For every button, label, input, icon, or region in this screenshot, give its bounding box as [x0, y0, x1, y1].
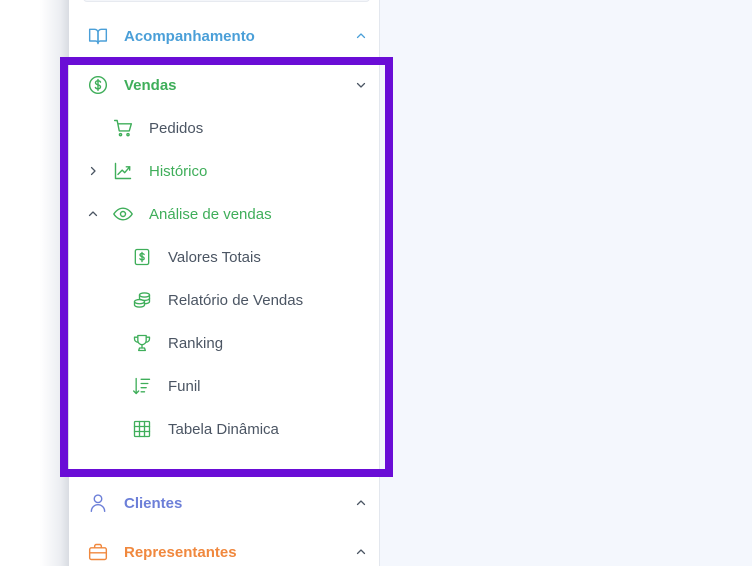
sidebar-shadow: [0, 0, 69, 566]
table-grid-icon: [131, 418, 153, 440]
sidebar-section-label: Vendas: [124, 76, 177, 94]
sidebar-item-pedidos[interactable]: Pedidos: [69, 108, 380, 148]
main-content-area: [380, 0, 752, 566]
shopping-cart-icon: [112, 117, 134, 139]
sidebar-item-label: Pedidos: [149, 119, 204, 137]
sidebar-item-ranking[interactable]: Ranking: [69, 323, 380, 363]
sidebar-item-label: Análise de vendas: [149, 205, 272, 223]
eye-icon: [112, 203, 134, 225]
trending-up-icon: [112, 160, 134, 182]
chevron-up-icon[interactable]: [86, 207, 100, 221]
chevron-right-icon[interactable]: [86, 164, 100, 178]
sidebar-item-valores-totais[interactable]: Valores Totais: [69, 237, 380, 277]
chevron-up-icon[interactable]: [354, 29, 368, 43]
sidebar-section-label: Acompanhamento: [124, 27, 255, 45]
sidebar-item-tabela-dinamica[interactable]: Tabela Dinâmica: [69, 409, 380, 449]
user-icon: [87, 492, 109, 514]
sidebar-item-label: Relatório de Vendas: [168, 291, 304, 309]
sidebar-item-label: Funil: [168, 377, 201, 395]
coins-stack-icon: [131, 289, 153, 311]
dollar-square-icon: [131, 246, 153, 268]
sidebar-section-label: Clientes: [124, 494, 183, 512]
chevron-up-icon[interactable]: [354, 545, 368, 559]
sidebar-section-acompanhamento[interactable]: Acompanhamento: [69, 16, 380, 56]
sidebar-item-label: Ranking: [168, 334, 224, 352]
sidebar-top-item[interactable]: [83, 0, 370, 2]
sidebar-item-funil[interactable]: Funil: [69, 366, 380, 406]
sidebar-section-representantes[interactable]: Representantes: [69, 532, 380, 566]
sidebar: Acompanhamento Vendas Pedidos Histórico …: [69, 0, 380, 566]
sort-descending-icon: [131, 375, 153, 397]
dollar-circle-icon: [87, 74, 109, 96]
sidebar-section-label: Representantes: [124, 543, 237, 561]
sidebar-item-historico[interactable]: Histórico: [69, 151, 380, 191]
sidebar-section-vendas[interactable]: Vendas: [69, 65, 380, 105]
chevron-up-icon[interactable]: [354, 496, 368, 510]
sidebar-section-clientes[interactable]: Clientes: [69, 483, 380, 523]
sidebar-item-label: Tabela Dinâmica: [168, 420, 279, 438]
sidebar-item-label: Histórico: [149, 162, 208, 180]
sidebar-item-analise-de-vendas[interactable]: Análise de vendas: [69, 194, 380, 234]
chevron-down-icon[interactable]: [354, 78, 368, 92]
book-open-icon: [87, 25, 109, 47]
briefcase-icon: [87, 541, 109, 563]
sidebar-item-relatorio-de-vendas[interactable]: Relatório de Vendas: [69, 280, 380, 320]
trophy-icon: [131, 332, 153, 354]
sidebar-item-label: Valores Totais: [168, 248, 261, 266]
